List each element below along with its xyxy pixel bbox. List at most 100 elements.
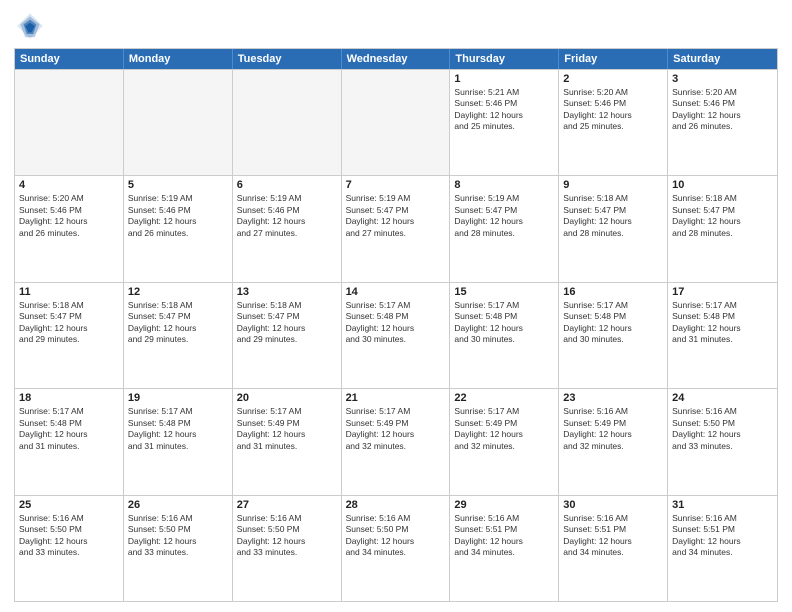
day-info: Sunrise: 5:19 AMSunset: 5:47 PMDaylight:… — [454, 193, 554, 239]
day-number: 21 — [346, 392, 446, 404]
calendar-row-2: 11 Sunrise: 5:18 AMSunset: 5:47 PMDayligh… — [15, 282, 777, 388]
day-info: Sunrise: 5:16 AMSunset: 5:51 PMDaylight:… — [672, 513, 773, 559]
calendar-cell-day-13: 13Sunrise: 5:18 AMSunset: 5:47 PMDayligh… — [233, 283, 342, 388]
day-number: 10 — [672, 179, 773, 191]
header-day-sunday: Sunday — [15, 49, 124, 69]
calendar-cell-day-23: 23 Sunrise: 5:16 AMSunset: 5:49 PMDayligh… — [559, 389, 668, 494]
day-info: Sunrise: 5:16 AMSunset: 5:50 PMDaylight:… — [128, 513, 228, 559]
calendar-cell-day-31: 31Sunrise: 5:16 AMSunset: 5:51 PMDayligh… — [668, 496, 777, 601]
calendar-cell-day-9: 9 Sunrise: 5:18 AMSunset: 5:47 PMDaylight… — [559, 176, 668, 281]
calendar-cell-day-14: 14Sunrise: 5:17 AMSunset: 5:48 PMDayligh… — [342, 283, 451, 388]
day-number: 30 — [563, 499, 663, 511]
day-info: Sunrise: 5:16 AMSunset: 5:49 PMDaylight:… — [563, 406, 663, 452]
day-number: 22 — [454, 392, 554, 404]
header — [14, 10, 778, 42]
day-number: 11 — [19, 286, 119, 298]
day-number: 23 — [563, 392, 663, 404]
day-info: Sunrise: 5:16 AMSunset: 5:50 PMDaylight:… — [19, 513, 119, 559]
day-info: Sunrise: 5:18 AMSunset: 5:47 PMDaylight:… — [672, 193, 773, 239]
calendar-cell-day-25: 25 Sunrise: 5:16 AMSunset: 5:50 PMDayligh… — [15, 496, 124, 601]
calendar-cell-day-19: 19 Sunrise: 5:17 AMSunset: 5:48 PMDayligh… — [124, 389, 233, 494]
calendar-cell-day-15: 15 Sunrise: 5:17 AMSunset: 5:48 PMDayligh… — [450, 283, 559, 388]
day-number: 26 — [128, 499, 228, 511]
calendar-cell-day-11: 11 Sunrise: 5:18 AMSunset: 5:47 PMDayligh… — [15, 283, 124, 388]
calendar-cell-day-4: 4 Sunrise: 5:20 AMSunset: 5:46 PMDaylight… — [15, 176, 124, 281]
calendar-cell-day-20: 20 Sunrise: 5:17 AMSunset: 5:49 PMDayligh… — [233, 389, 342, 494]
day-number: 27 — [237, 499, 337, 511]
header-day-friday: Friday — [559, 49, 668, 69]
calendar-cell-day-12: 12 Sunrise: 5:18 AMSunset: 5:47 PMDayligh… — [124, 283, 233, 388]
calendar-cell-day-22: 22 Sunrise: 5:17 AMSunset: 5:49 PMDayligh… — [450, 389, 559, 494]
day-number: 25 — [19, 499, 119, 511]
day-info: Sunrise: 5:17 AMSunset: 5:48 PMDaylight:… — [454, 300, 554, 346]
calendar-cell-day-1: 1Sunrise: 5:21 AMSunset: 5:46 PMDaylight… — [450, 70, 559, 175]
calendar: SundayMondayTuesdayWednesdayThursdayFrid… — [14, 48, 778, 602]
day-number: 14 — [346, 286, 446, 298]
day-number: 18 — [19, 392, 119, 404]
day-number: 3 — [672, 73, 773, 85]
day-number: 29 — [454, 499, 554, 511]
day-info: Sunrise: 5:18 AMSunset: 5:47 PMDaylight:… — [19, 300, 119, 346]
page: SundayMondayTuesdayWednesdayThursdayFrid… — [0, 0, 792, 612]
calendar-row-1: 4 Sunrise: 5:20 AMSunset: 5:46 PMDaylight… — [15, 175, 777, 281]
day-info: Sunrise: 5:18 AMSunset: 5:47 PMDaylight:… — [563, 193, 663, 239]
day-info: Sunrise: 5:18 AMSunset: 5:47 PMDaylight:… — [128, 300, 228, 346]
day-number: 17 — [672, 286, 773, 298]
day-number: 12 — [128, 286, 228, 298]
calendar-cell-empty — [233, 70, 342, 175]
calendar-cell-day-29: 29 Sunrise: 5:16 AMSunset: 5:51 PMDayligh… — [450, 496, 559, 601]
calendar-cell-day-18: 18 Sunrise: 5:17 AMSunset: 5:48 PMDayligh… — [15, 389, 124, 494]
calendar-cell-day-5: 5 Sunrise: 5:19 AMSunset: 5:46 PMDaylight… — [124, 176, 233, 281]
day-number: 13 — [237, 286, 337, 298]
calendar-cell-day-10: 10 Sunrise: 5:18 AMSunset: 5:47 PMDayligh… — [668, 176, 777, 281]
day-info: Sunrise: 5:17 AMSunset: 5:49 PMDaylight:… — [237, 406, 337, 452]
header-day-thursday: Thursday — [450, 49, 559, 69]
day-number: 19 — [128, 392, 228, 404]
day-number: 8 — [454, 179, 554, 191]
day-info: Sunrise: 5:16 AMSunset: 5:51 PMDaylight:… — [454, 513, 554, 559]
day-info: Sunrise: 5:16 AMSunset: 5:50 PMDaylight:… — [237, 513, 337, 559]
day-info: Sunrise: 5:20 AMSunset: 5:46 PMDaylight:… — [19, 193, 119, 239]
day-info: Sunrise: 5:20 AMSunset: 5:46 PMDaylight:… — [672, 87, 773, 133]
calendar-cell-day-27: 27 Sunrise: 5:16 AMSunset: 5:50 PMDayligh… — [233, 496, 342, 601]
header-day-wednesday: Wednesday — [342, 49, 451, 69]
day-number: 15 — [454, 286, 554, 298]
calendar-cell-empty — [15, 70, 124, 175]
calendar-cell-day-3: 3 Sunrise: 5:20 AMSunset: 5:46 PMDaylight… — [668, 70, 777, 175]
day-info: Sunrise: 5:19 AMSunset: 5:47 PMDaylight:… — [346, 193, 446, 239]
day-info: Sunrise: 5:17 AMSunset: 5:48 PMDaylight:… — [128, 406, 228, 452]
day-number: 7 — [346, 179, 446, 191]
logo-icon — [14, 10, 46, 42]
day-info: Sunrise: 5:19 AMSunset: 5:46 PMDaylight:… — [237, 193, 337, 239]
header-day-saturday: Saturday — [668, 49, 777, 69]
calendar-header: SundayMondayTuesdayWednesdayThursdayFrid… — [15, 49, 777, 69]
day-info: Sunrise: 5:17 AMSunset: 5:48 PMDaylight:… — [19, 406, 119, 452]
calendar-cell-day-21: 21Sunrise: 5:17 AMSunset: 5:49 PMDayligh… — [342, 389, 451, 494]
calendar-cell-day-17: 17Sunrise: 5:17 AMSunset: 5:48 PMDayligh… — [668, 283, 777, 388]
calendar-cell-day-6: 6 Sunrise: 5:19 AMSunset: 5:46 PMDaylight… — [233, 176, 342, 281]
day-info: Sunrise: 5:20 AMSunset: 5:46 PMDaylight:… — [563, 87, 663, 133]
day-number: 28 — [346, 499, 446, 511]
logo — [14, 10, 50, 42]
day-number: 20 — [237, 392, 337, 404]
calendar-cell-day-24: 24Sunrise: 5:16 AMSunset: 5:50 PMDayligh… — [668, 389, 777, 494]
day-number: 2 — [563, 73, 663, 85]
calendar-row-3: 18 Sunrise: 5:17 AMSunset: 5:48 PMDayligh… — [15, 388, 777, 494]
day-info: Sunrise: 5:17 AMSunset: 5:49 PMDaylight:… — [454, 406, 554, 452]
day-info: Sunrise: 5:16 AMSunset: 5:51 PMDaylight:… — [563, 513, 663, 559]
calendar-body: 1Sunrise: 5:21 AMSunset: 5:46 PMDaylight… — [15, 69, 777, 601]
day-info: Sunrise: 5:19 AMSunset: 5:46 PMDaylight:… — [128, 193, 228, 239]
day-number: 4 — [19, 179, 119, 191]
day-info: Sunrise: 5:16 AMSunset: 5:50 PMDaylight:… — [346, 513, 446, 559]
day-info: Sunrise: 5:21 AMSunset: 5:46 PMDaylight:… — [454, 87, 554, 133]
day-number: 9 — [563, 179, 663, 191]
day-number: 24 — [672, 392, 773, 404]
calendar-cell-day-16: 16Sunrise: 5:17 AMSunset: 5:48 PMDayligh… — [559, 283, 668, 388]
day-number: 6 — [237, 179, 337, 191]
header-day-tuesday: Tuesday — [233, 49, 342, 69]
calendar-row-4: 25 Sunrise: 5:16 AMSunset: 5:50 PMDayligh… — [15, 495, 777, 601]
day-number: 5 — [128, 179, 228, 191]
calendar-cell-empty — [342, 70, 451, 175]
calendar-cell-day-7: 7 Sunrise: 5:19 AMSunset: 5:47 PMDaylight… — [342, 176, 451, 281]
calendar-row-0: 1Sunrise: 5:21 AMSunset: 5:46 PMDaylight… — [15, 69, 777, 175]
